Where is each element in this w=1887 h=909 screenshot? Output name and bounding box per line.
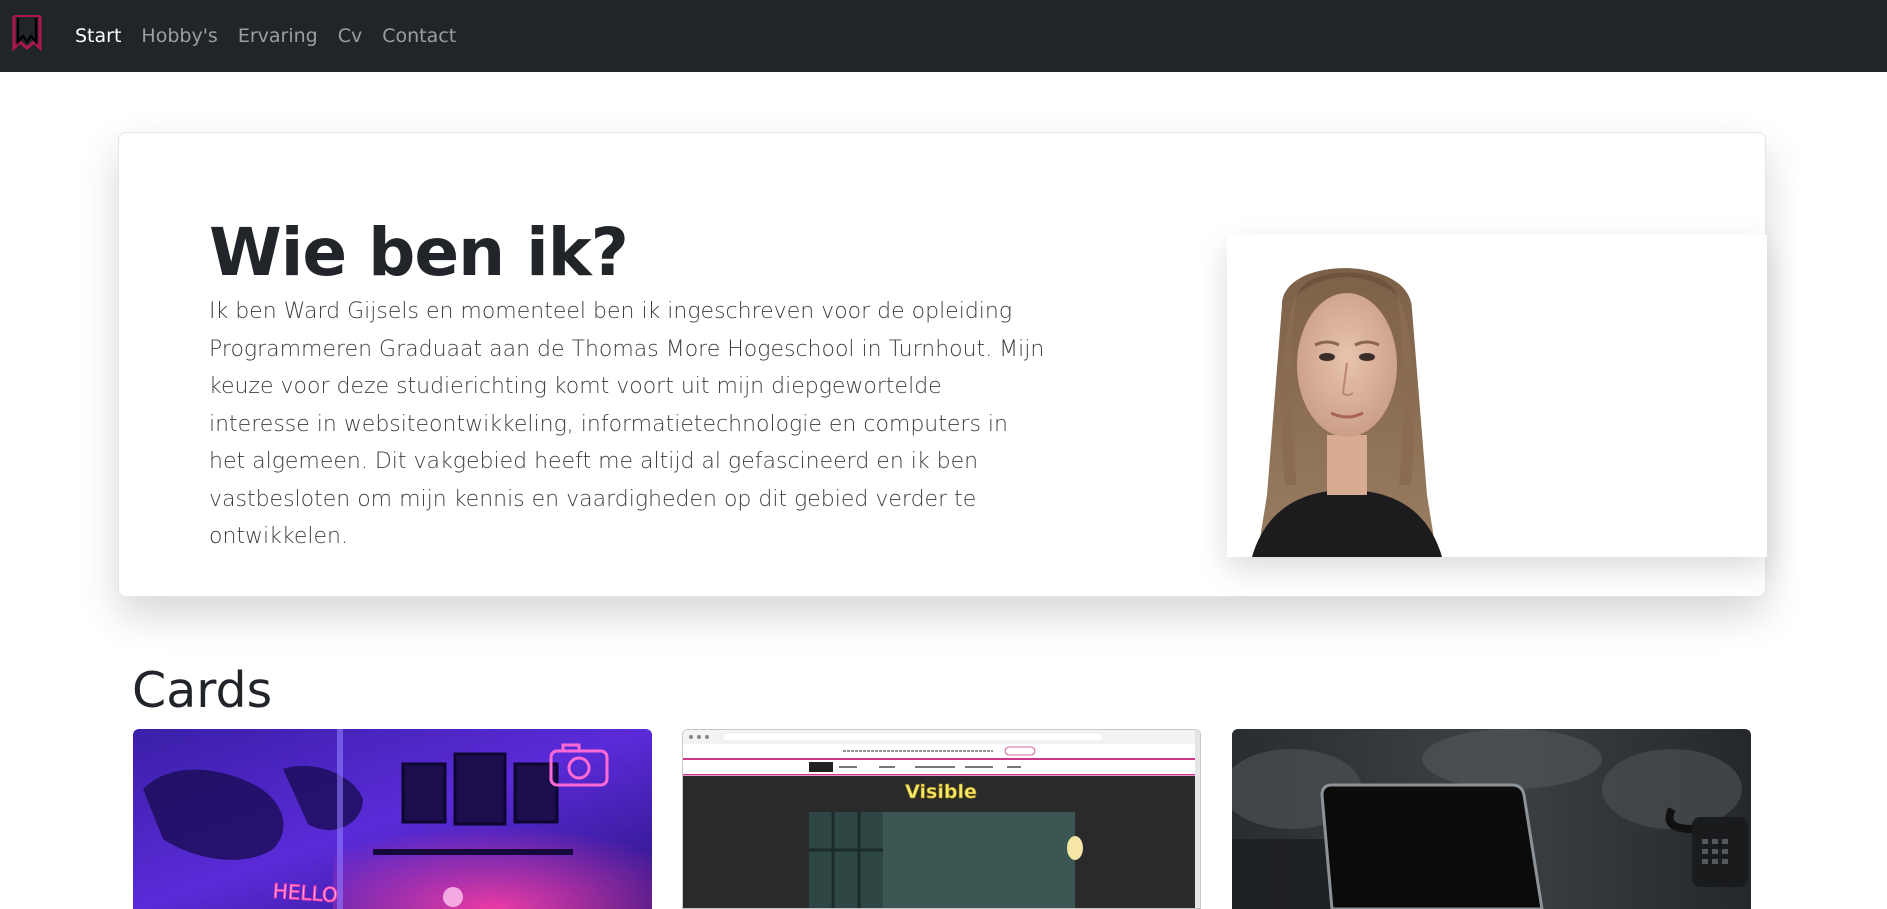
navbar: Start Hobby's Ervaring Cv Contact xyxy=(0,0,1887,72)
card-laptop-office[interactable] xyxy=(1232,729,1751,909)
nav-ervaring[interactable]: Ervaring xyxy=(228,0,328,72)
nav-start[interactable]: Start xyxy=(75,0,131,72)
profile-photo xyxy=(1227,235,1468,557)
site-logo-text: Visible xyxy=(905,781,977,803)
intro-title: Wie ben ik? xyxy=(209,214,629,291)
nav-contact[interactable]: Contact xyxy=(372,0,466,72)
laptop-office-image xyxy=(1232,729,1751,909)
svg-text:HELLO: HELLO xyxy=(272,879,339,907)
intro-text: Ik ben Ward Gijsels en momenteel ben ik … xyxy=(209,299,1045,549)
w-logo-icon[interactable] xyxy=(12,14,42,52)
intro-card: Wie ben ik? Ik ben Ward Gijsels en momen… xyxy=(118,132,1767,597)
card-website-screenshot[interactable]: Visible xyxy=(682,729,1201,909)
website-screenshot-image: Visible xyxy=(683,730,1200,908)
nav-cv[interactable]: Cv xyxy=(328,0,373,72)
nav-hobbys[interactable]: Hobby's xyxy=(131,0,227,72)
cards-title: Cards xyxy=(132,662,273,719)
profile-photo-frame xyxy=(1227,235,1767,557)
neon-room-image: HELLO xyxy=(133,729,652,909)
nav-links: Start Hobby's Ervaring Cv Contact xyxy=(75,0,466,72)
card-neon-room[interactable]: HELLO xyxy=(133,729,652,909)
